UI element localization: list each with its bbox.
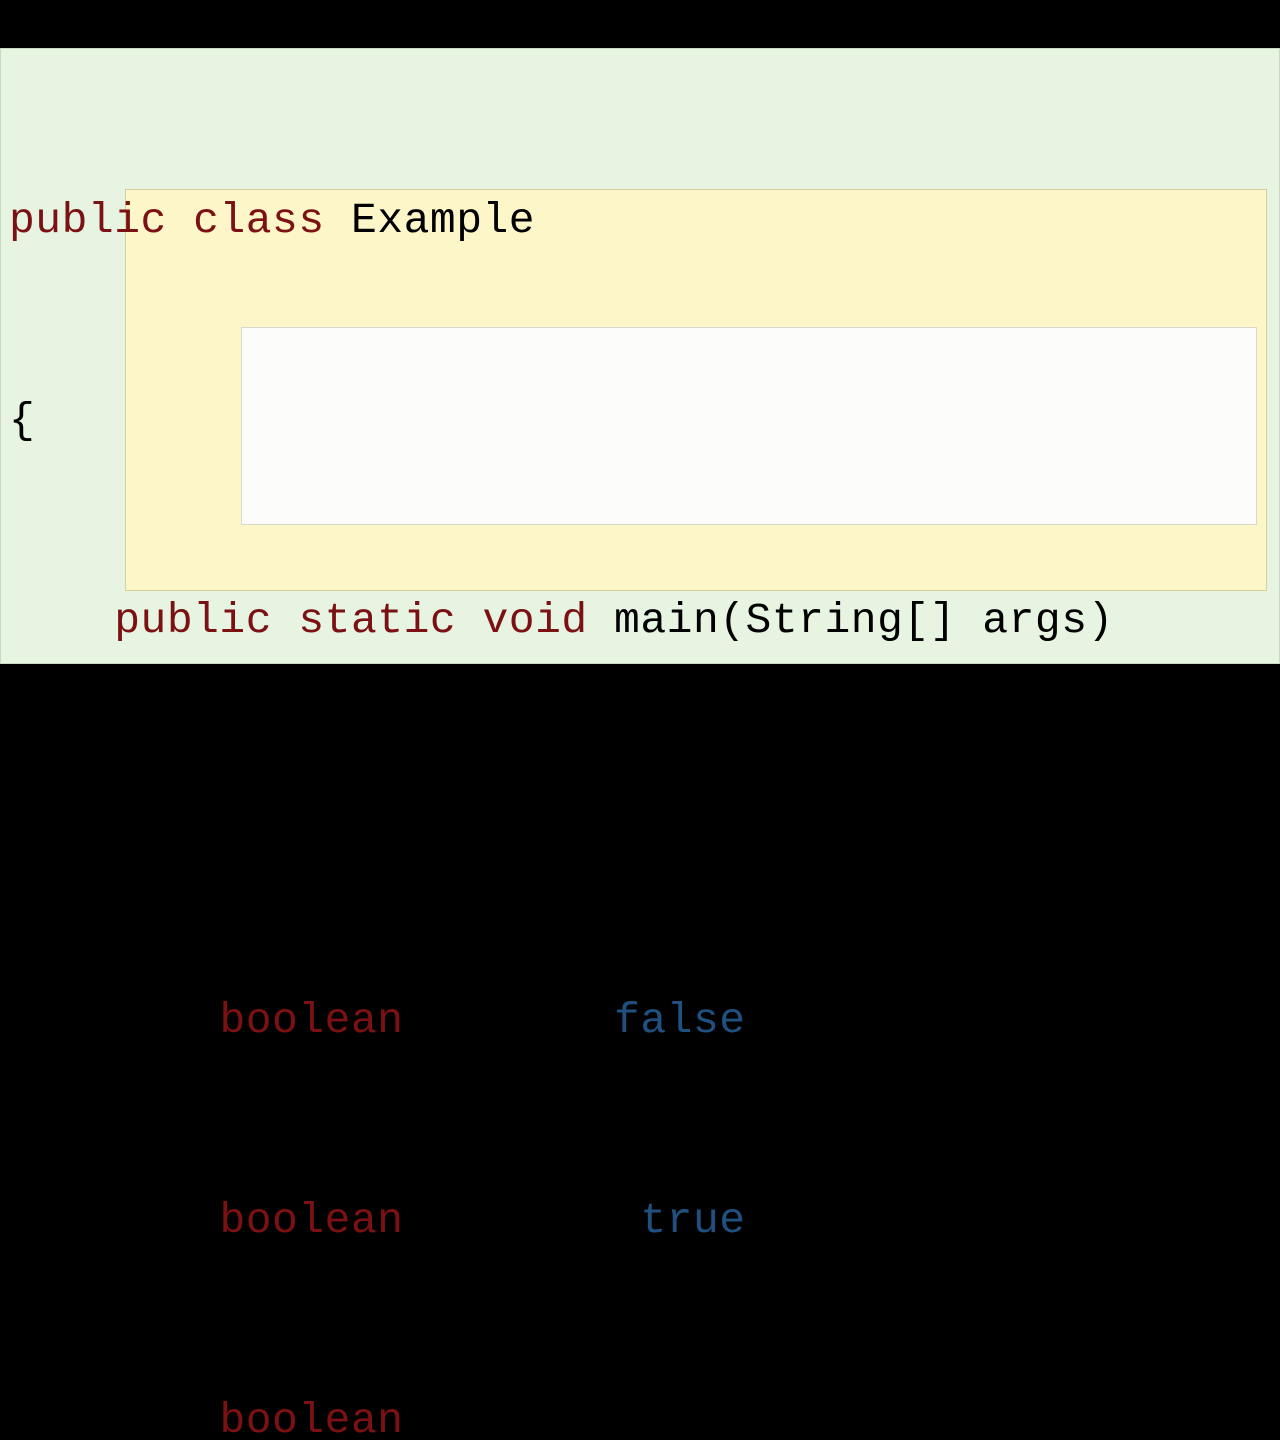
code-line-4: { bbox=[9, 788, 1273, 855]
var-green: green bbox=[430, 1196, 562, 1245]
code-line-6: boolean green = true; bbox=[9, 1188, 1273, 1255]
assign: = bbox=[561, 1196, 640, 1245]
keyword-boolean: boolean bbox=[219, 1196, 403, 1245]
brace-open: { bbox=[9, 396, 35, 445]
keyword-public: public bbox=[9, 196, 167, 245]
code-block: public class Example { public static voi… bbox=[9, 55, 1273, 1440]
semicolon: ; bbox=[746, 1196, 772, 1245]
indent bbox=[9, 996, 219, 1045]
indent bbox=[9, 1396, 219, 1440]
keyword-class: class bbox=[193, 196, 325, 245]
expr-either: either = blue || green; bbox=[430, 1396, 1035, 1440]
code-line-2: { bbox=[9, 388, 1273, 455]
keyword-boolean: boolean bbox=[219, 1396, 403, 1440]
method-signature: main(String[] args) bbox=[614, 596, 1114, 645]
class-name: Example bbox=[351, 196, 535, 245]
code-line-5: boolean blue = false; bbox=[9, 988, 1273, 1055]
indent bbox=[9, 796, 114, 845]
code-line-3: public static void main(String[] args) bbox=[9, 588, 1273, 655]
code-editor-frame: public class Example { public static voi… bbox=[0, 48, 1280, 664]
keyword-boolean: boolean bbox=[219, 996, 403, 1045]
keyword-void: void bbox=[483, 596, 588, 645]
brace-open: { bbox=[114, 796, 140, 845]
literal-true: true bbox=[640, 1196, 745, 1245]
keyword-static: static bbox=[298, 596, 456, 645]
code-line-1: public class Example bbox=[9, 188, 1273, 255]
indent bbox=[9, 596, 114, 645]
code-line-7: boolean either = blue || green; bbox=[9, 1388, 1273, 1440]
var-blue: blue bbox=[430, 996, 535, 1045]
literal-false: false bbox=[614, 996, 746, 1045]
indent bbox=[9, 1196, 219, 1245]
keyword-public: public bbox=[114, 596, 272, 645]
assign: = bbox=[535, 996, 614, 1045]
semicolon: ; bbox=[746, 996, 772, 1045]
